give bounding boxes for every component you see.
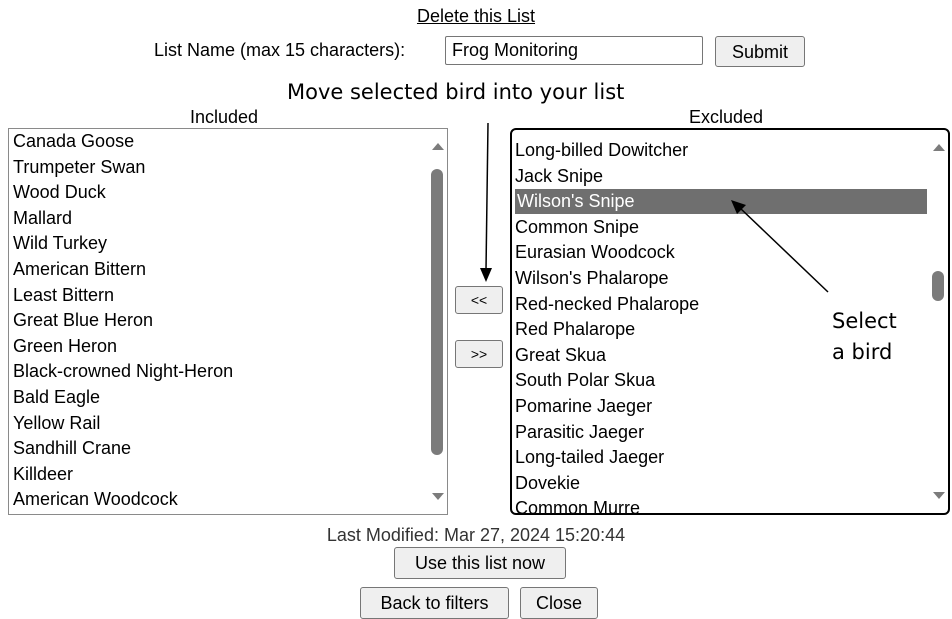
move-arrow-head-icon — [480, 268, 492, 282]
list-option[interactable]: Red Phalarope — [515, 317, 635, 342]
excluded-heading: Excluded — [689, 107, 764, 127]
submit-button[interactable]: Submit — [715, 36, 805, 67]
list-option[interactable]: Wood Duck — [13, 180, 106, 205]
list-option[interactable]: Pomarine Jaeger — [515, 394, 652, 419]
included-heading: Included — [190, 107, 259, 127]
list-option[interactable]: American Woodcock — [13, 487, 178, 512]
back-to-filters-button[interactable]: Back to filters — [360, 587, 509, 619]
list-option[interactable]: Red-necked Phalarope — [515, 292, 699, 317]
list-name-input[interactable] — [445, 36, 703, 65]
list-option[interactable]: Black-crowned Night-Heron — [13, 359, 233, 384]
scroll-down-arrow-icon[interactable] — [933, 492, 945, 499]
list-option[interactable]: Yellow Rail — [13, 411, 100, 436]
list-option[interactable]: Common Murre — [515, 496, 640, 513]
scroll-thumb[interactable] — [932, 271, 944, 301]
move-arrow-line — [485, 122, 489, 271]
included-scrollbar[interactable] — [427, 129, 447, 514]
scroll-up-arrow-icon[interactable] — [432, 143, 444, 150]
move-bird-annotation: Move selected bird into your list — [287, 80, 625, 104]
list-option[interactable]: Eurasian Woodcock — [515, 240, 675, 265]
scroll-up-arrow-icon[interactable] — [933, 144, 945, 151]
select-note-line: Select — [832, 309, 897, 333]
list-option[interactable]: Long-tailed Jaeger — [515, 445, 664, 470]
list-option[interactable]: Sandhill Crane — [13, 436, 131, 461]
list-option[interactable]: Killdeer — [13, 462, 73, 487]
move-out-of-list-button[interactable]: >> — [455, 340, 503, 368]
list-name-label: List Name (max 15 characters): — [154, 40, 406, 60]
select-bird-annotation: Select a bird — [832, 306, 897, 368]
scroll-thumb[interactable] — [431, 169, 443, 455]
last-modified-text: Last Modified: Mar 27, 2024 15:20:44 — [326, 525, 626, 545]
list-option[interactable]: Jack Snipe — [515, 164, 603, 189]
move-into-list-button[interactable]: << — [455, 286, 503, 314]
list-option[interactable]: Bald Eagle — [13, 385, 100, 410]
list-option[interactable]: Wilson's Phalarope — [515, 266, 669, 291]
list-option[interactable]: Mallard — [13, 206, 72, 231]
select-note-line: a bird — [832, 340, 893, 364]
list-option[interactable]: Least Bittern — [13, 283, 114, 308]
list-option[interactable]: Canada Goose — [13, 129, 134, 154]
included-listbox[interactable]: Canada Goose Trumpeter Swan Wood Duck Malla… — [8, 128, 448, 515]
list-option[interactable]: Wild Turkey — [13, 231, 107, 256]
excluded-scrollbar[interactable] — [928, 130, 948, 513]
delete-list-link[interactable]: Delete this List — [0, 6, 952, 27]
list-option[interactable]: Great Skua — [515, 343, 606, 368]
list-option[interactable]: Dovekie — [515, 471, 580, 496]
list-option[interactable]: Common Snipe — [515, 215, 639, 240]
list-option[interactable]: Great Blue Heron — [13, 308, 153, 333]
list-option[interactable]: Parasitic Jaeger — [515, 420, 644, 445]
list-option[interactable]: Wilson's Snipe — [515, 189, 927, 215]
list-option[interactable]: Long-billed Dowitcher — [515, 138, 688, 163]
use-list-button[interactable]: Use this list now — [394, 547, 566, 579]
list-option[interactable]: Trumpeter Swan — [13, 155, 145, 180]
list-option[interactable]: American Bittern — [13, 257, 146, 282]
scroll-down-arrow-icon[interactable] — [432, 493, 444, 500]
list-option[interactable]: South Polar Skua — [515, 368, 655, 393]
close-button[interactable]: Close — [520, 587, 598, 619]
list-option[interactable]: Green Heron — [13, 334, 117, 359]
